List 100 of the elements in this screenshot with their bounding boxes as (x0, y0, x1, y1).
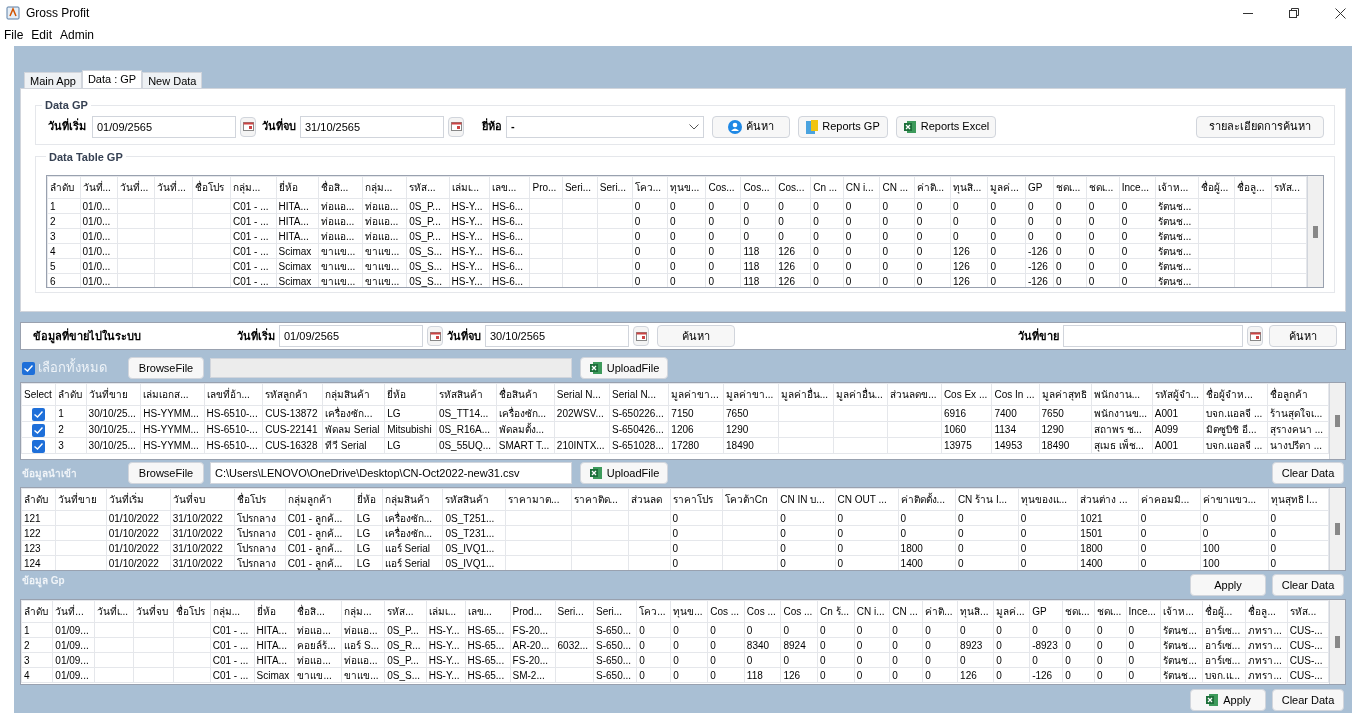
column-header[interactable]: มูลค่าขา... (723, 383, 779, 406)
column-header[interactable]: ชื่อผู้... (1202, 600, 1246, 623)
column-header[interactable]: ส่วนลดข... (887, 383, 942, 406)
column-header[interactable]: CN OUT ... (835, 488, 899, 511)
scrollbar-thumb[interactable] (1335, 523, 1340, 535)
column-header[interactable]: วันที่จบ (133, 600, 174, 623)
column-header[interactable]: ทุนข... (667, 176, 706, 199)
column-header[interactable]: ลำดับ (55, 383, 87, 406)
column-header[interactable]: ยี่ห้อ (276, 176, 319, 199)
column-header[interactable]: Prod... (510, 600, 556, 623)
column-header[interactable]: ชื่อผู้จำห... (1203, 383, 1268, 406)
clear-data-button[interactable]: Clear Data (1272, 574, 1344, 596)
column-header[interactable]: วันที่ขาย (86, 383, 141, 406)
column-header[interactable]: CN ร้าน I... (955, 488, 1019, 511)
column-header[interactable]: CN ... (879, 176, 915, 199)
column-header[interactable]: ชดเ... (1094, 600, 1127, 623)
column-header[interactable]: ค่าขาแขว... (1200, 488, 1269, 511)
column-header[interactable]: CN i... (854, 600, 890, 623)
column-header[interactable]: เล่มเอกส... (140, 383, 205, 406)
column-header[interactable]: กลุ่มลูกค้า (285, 488, 355, 511)
column-header[interactable]: รหัสสินค้า (442, 488, 506, 511)
column-header[interactable]: GP (1029, 600, 1063, 623)
column-header[interactable]: ทุนข... (670, 600, 708, 623)
column-header[interactable]: ชดเ... (1086, 176, 1120, 199)
column-header[interactable]: ยี่ห้อ (254, 600, 295, 623)
column-header[interactable]: CN IN บ... (777, 488, 836, 511)
column-header[interactable]: ราคาติด... (571, 488, 629, 511)
date-field[interactable] (1063, 325, 1243, 347)
column-header[interactable]: เลขที่อ้า... (204, 383, 263, 406)
column-header[interactable]: มูลค่... (987, 176, 1026, 199)
column-header[interactable]: Ince... (1126, 600, 1161, 623)
column-header[interactable]: วันที่ขาย (55, 488, 107, 511)
upload-button[interactable]: UploadFile (580, 462, 668, 484)
scrollbar-thumb[interactable] (1335, 415, 1340, 427)
column-header[interactable]: ลำดับ (21, 600, 53, 623)
column-header[interactable]: รหัส... (1287, 600, 1329, 623)
column-header[interactable]: Cn ร้... (817, 600, 855, 623)
date-field[interactable]: 31/10/2565 (300, 115, 444, 138)
column-header[interactable]: ทุนสุทธิ I... (1268, 488, 1329, 511)
scrollbar-thumb[interactable] (1335, 636, 1340, 648)
column-header[interactable]: รหัส... (384, 600, 427, 623)
column-header[interactable]: ชื่อผู้... (1198, 176, 1235, 199)
column-header[interactable]: วันที่จบ (170, 488, 235, 511)
calendar-button[interactable] (633, 326, 649, 346)
restore-button[interactable] (1288, 7, 1300, 19)
column-header[interactable]: ชดเ... (1062, 600, 1095, 623)
column-header[interactable]: Cos In ... (991, 383, 1039, 406)
column-header[interactable]: Cos ... (744, 600, 781, 623)
upload-button[interactable]: UploadFile (580, 357, 668, 379)
reports-button[interactable]: Reports GP (798, 115, 888, 138)
column-header[interactable]: ชื่อสิ... (318, 176, 363, 199)
file-path-field[interactable] (210, 358, 572, 378)
column-header[interactable]: Serial N... (554, 383, 610, 406)
column-header[interactable]: รหัส... (406, 176, 450, 199)
column-header[interactable]: เจ้าห... (1160, 600, 1203, 623)
calendar-button[interactable] (448, 116, 464, 137)
clear-data-button[interactable]: Clear Data (1272, 462, 1344, 484)
apply-button[interactable]: Apply (1190, 689, 1266, 711)
column-header[interactable]: รหัส... (1271, 176, 1307, 199)
column-header[interactable]: ชื่อลู... (1245, 600, 1288, 623)
tab[interactable]: Data : GP (81, 70, 143, 88)
excel-button[interactable]: Reports Excel (896, 115, 996, 138)
column-header[interactable]: มูลค่าขา... (668, 383, 724, 406)
column-header[interactable]: รหัสผู้จำ... (1152, 383, 1204, 406)
column-header[interactable]: ราคาโปร (670, 488, 723, 511)
column-header[interactable]: ค่าติดตั้ง... (898, 488, 956, 511)
row-checkbox[interactable] (32, 423, 46, 437)
column-header[interactable]: Seri... (597, 176, 633, 199)
column-header[interactable]: CN i... (843, 176, 880, 199)
column-header[interactable]: เลข... (465, 600, 511, 623)
column-header[interactable]: มูลค่าอื่น... (778, 383, 833, 406)
column-header[interactable]: ค่าคอมมิ... (1138, 488, 1201, 511)
column-header[interactable]: กลุ่ม... (362, 176, 407, 199)
search-button[interactable]: ค้นหา (657, 325, 735, 347)
column-header[interactable]: Cos... (740, 176, 776, 199)
column-header[interactable]: GP (1025, 176, 1054, 199)
scrollbar[interactable] (1329, 488, 1345, 570)
file-path-field[interactable]: C:\Users\LENOVO\OneDrive\Desktop\CN-Oct2022-new31.csv (210, 462, 572, 484)
row-checkbox[interactable] (32, 439, 46, 453)
browse-button[interactable]: BrowseFile (128, 357, 204, 379)
date-field[interactable]: 01/09/2565 (92, 115, 236, 138)
scrollbar[interactable] (1307, 176, 1323, 287)
column-header[interactable]: วันที่... (52, 600, 95, 623)
menu-item[interactable]: Admin (60, 26, 95, 44)
column-header[interactable]: เล่มเ... (426, 600, 465, 623)
column-header[interactable]: ส่วนลด (628, 488, 671, 511)
column-header[interactable]: เล่มเ... (449, 176, 490, 199)
column-header[interactable]: ชื่อลูกค้า (1267, 383, 1329, 406)
column-header[interactable]: ลำดับ (47, 176, 81, 199)
close-button[interactable] (1334, 7, 1346, 19)
column-header[interactable]: Cos Ex ... (941, 383, 992, 406)
column-header[interactable]: โควต้าCn (722, 488, 778, 511)
search-button[interactable]: ค้นหา (1269, 325, 1337, 347)
column-header[interactable]: ชื่อโปร (192, 176, 231, 199)
column-header[interactable]: วันที่... (80, 176, 118, 199)
column-header[interactable]: ยี่ห้อ (354, 488, 383, 511)
column-header[interactable]: โคว... (632, 176, 668, 199)
column-header[interactable]: พนักงาน... (1091, 383, 1153, 406)
column-header[interactable]: กลุ่ม... (210, 600, 255, 623)
column-header[interactable]: Serial N... (609, 383, 669, 406)
